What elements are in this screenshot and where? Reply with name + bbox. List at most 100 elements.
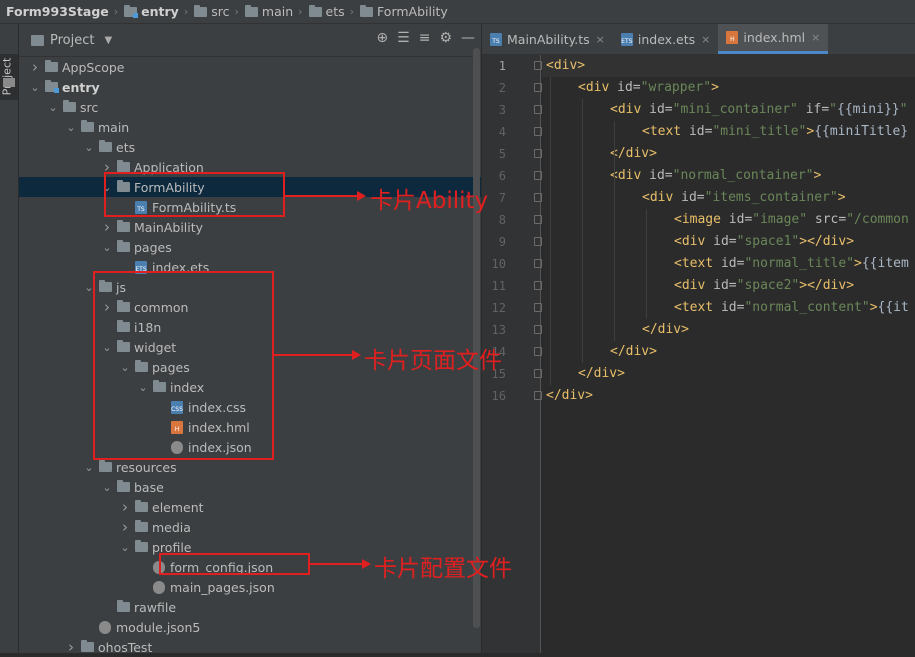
tree-item[interactable]: › element [19, 497, 481, 517]
code-token: id= [649, 168, 673, 183]
tree-item[interactable]: › ohosTest [19, 637, 481, 657]
settings-gear-icon[interactable]: ⚙ [439, 30, 452, 46]
code-token: > [711, 80, 719, 95]
fold-marker-icon[interactable] [534, 325, 542, 334]
fold-marker-icon[interactable] [534, 281, 542, 290]
code-token: "wrapper" [640, 80, 712, 95]
code-token: </div> [610, 146, 657, 161]
fold-marker-icon[interactable] [534, 83, 542, 92]
folder-icon [63, 100, 76, 112]
code-token: "mini_title" [712, 124, 807, 139]
fold-marker-icon[interactable] [534, 391, 542, 400]
dropdown-icon[interactable]: ▼ [104, 35, 112, 46]
tree-item[interactable]: ⌄ pages [19, 237, 481, 257]
fold-marker-icon[interactable] [534, 61, 542, 70]
chevron-right-icon[interactable]: › [65, 638, 77, 656]
code-line: </div> [542, 385, 593, 407]
chevron-down-icon[interactable]: ⌄ [47, 101, 59, 114]
code-token: id= [720, 300, 745, 315]
fold-marker-icon[interactable] [534, 127, 542, 136]
structure-icon[interactable] [3, 78, 15, 87]
fold-marker-icon[interactable] [534, 105, 542, 114]
close-icon[interactable]: × [811, 31, 820, 44]
annotation-arrow-head [352, 350, 361, 360]
project-side-tab[interactable]: Project [0, 54, 18, 100]
fold-marker-icon[interactable] [534, 237, 542, 246]
close-icon[interactable]: × [596, 33, 605, 46]
annotation-arrow-line [285, 195, 357, 197]
code-token: <text [674, 256, 721, 271]
tree-item[interactable]: ⌄ resources [19, 457, 481, 477]
breadcrumb-label: Form993Stage [6, 4, 109, 19]
fold-marker-icon[interactable] [534, 259, 542, 268]
code-line: <div id="items_container"> [542, 187, 846, 209]
tree-item[interactable]: ⌄ entry [19, 77, 481, 97]
code-token: id= [713, 234, 737, 249]
editor-tab-label: index.hml [743, 30, 806, 45]
fold-marker-icon[interactable] [534, 347, 542, 356]
editor-tab[interactable]: Hindex.hml × [718, 24, 829, 54]
fold-marker-icon[interactable] [534, 369, 542, 378]
code-token: ></div> [799, 278, 855, 293]
tree-scrollbar[interactable] [473, 48, 480, 628]
tree-item[interactable]: module.json5 [19, 617, 481, 637]
chevron-right-icon[interactable]: › [119, 518, 131, 536]
collapse-all-icon[interactable]: ≡ [419, 30, 431, 46]
breadcrumb-item[interactable]: Form993Stage › [0, 4, 118, 19]
code-editor[interactable]: <div> <div id="wrapper"> <div id="mini_con… [542, 55, 915, 653]
code-line: <text id="normal_title">{{item [542, 253, 909, 275]
tree-item[interactable]: ⌄ base [19, 477, 481, 497]
code-line: <text id="normal_content">{{it [542, 297, 909, 319]
tree-item[interactable]: › AppScope [19, 57, 481, 77]
tree-item[interactable]: rawfile [19, 597, 481, 617]
code-token: > [869, 300, 878, 315]
chevron-down-icon[interactable]: ⌄ [65, 121, 77, 134]
line-number: 16 [491, 389, 506, 403]
editor-tab[interactable]: TS MainAbility.ts × [482, 24, 613, 54]
chevron-down-icon[interactable]: ⌄ [101, 481, 113, 494]
code-line: <div> [542, 55, 915, 77]
breadcrumb-item[interactable]: src › [188, 4, 239, 19]
code-line: <div id="mini_container" if="{{mini}}" [542, 99, 907, 121]
close-icon[interactable]: × [701, 33, 710, 46]
editor-tab[interactable]: ETS index.ets × [613, 24, 719, 54]
tree-item[interactable]: ⌄ src [19, 97, 481, 117]
fold-marker-icon[interactable] [534, 303, 542, 312]
fold-marker-icon[interactable] [534, 215, 542, 224]
breadcrumb-item[interactable]: main › [239, 4, 303, 19]
json-file-icon [153, 580, 165, 594]
code-token: id= [720, 256, 745, 271]
minimize-icon[interactable]: — [461, 30, 475, 46]
tree-item[interactable]: ⌄ main [19, 117, 481, 137]
tree-item[interactable]: › media [19, 517, 481, 537]
chevron-down-icon[interactable]: ⌄ [29, 81, 41, 94]
fold-marker-icon[interactable] [534, 171, 542, 180]
breadcrumb-item[interactable]: entry › [118, 4, 188, 19]
breadcrumb-item[interactable]: ets › [303, 4, 354, 19]
chevron-down-icon[interactable]: ⌄ [119, 541, 131, 554]
chevron-down-icon[interactable]: ⌄ [101, 241, 113, 254]
code-token: </div> [610, 344, 657, 359]
tree-item[interactable]: › MainAbility [19, 217, 481, 237]
fold-marker-icon[interactable] [534, 193, 542, 202]
chevron-right-icon[interactable]: › [119, 498, 131, 516]
chevron-right-icon[interactable]: › [101, 218, 113, 236]
tree-item[interactable]: ⌄ ets [19, 137, 481, 157]
expand-all-icon[interactable]: ☰ [397, 30, 410, 46]
project-header-label[interactable]: Project [50, 33, 94, 48]
line-number: 5 [498, 147, 506, 161]
chevron-down-icon[interactable]: ⌄ [83, 141, 95, 154]
chevron-down-icon[interactable]: ⌄ [83, 461, 95, 474]
breadcrumb-item[interactable]: FormAbility [354, 4, 448, 19]
code-token: <text [642, 124, 689, 139]
code-token: id= [728, 212, 753, 227]
locate-icon[interactable]: ⊕ [376, 30, 388, 46]
line-number: 2 [498, 81, 506, 95]
tree-item-label: MainAbility [134, 219, 204, 235]
annotation-box-formability [104, 172, 285, 217]
folder-icon [117, 160, 130, 172]
annotation-config-file: 卡片配置文件 [374, 556, 512, 582]
line-number: 4 [498, 125, 506, 139]
chevron-right-icon[interactable]: › [29, 58, 41, 76]
fold-marker-icon[interactable] [534, 149, 542, 158]
